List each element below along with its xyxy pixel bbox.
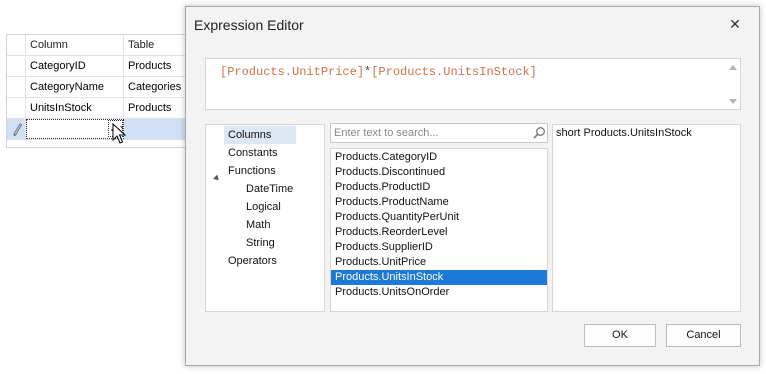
grid-cell-column[interactable]: CategoryID [26, 56, 124, 76]
expression-text[interactable]: [Products.UnitPrice]*[Products.UnitsInSt… [220, 65, 537, 79]
mouse-cursor-icon [112, 123, 127, 144]
dialog-title: Expression Editor [194, 17, 304, 33]
grid-cell-column[interactable]: UnitsInStock [26, 98, 124, 118]
table-row[interactable]: UnitsInStock Products [7, 98, 187, 119]
tree-item-columns[interactable]: Columns [224, 126, 296, 144]
search-placeholder: Enter text to search... [334, 127, 439, 139]
dialog-titlebar[interactable]: Expression Editor ✕ [186, 7, 759, 41]
expression-scrollbar[interactable] [725, 59, 741, 109]
expand-arrow-icon[interactable] [213, 174, 221, 183]
list-item-selected[interactable]: Products.UnitsInStock [331, 270, 547, 285]
search-input[interactable]: Enter text to search... [330, 123, 548, 143]
tree-item-math[interactable]: Math [242, 216, 270, 234]
tree-item-logical[interactable]: Logical [242, 198, 281, 216]
tree-item-constants[interactable]: Constants [224, 144, 278, 162]
cancel-button[interactable]: Cancel [666, 324, 741, 347]
list-item[interactable]: Products.Discontinued [331, 165, 547, 180]
list-item[interactable]: Products.UnitsOnOrder [331, 285, 547, 300]
scroll-down-icon[interactable] [729, 99, 737, 104]
tree-item-functions[interactable]: Functions [224, 162, 276, 180]
new-item-row[interactable]: ... [7, 119, 187, 140]
grid-header-column[interactable]: Column [26, 35, 124, 55]
list-item[interactable]: Products.ReorderLevel [331, 225, 547, 240]
search-icon[interactable] [532, 126, 546, 140]
expression-input[interactable]: [Products.UnitPrice]*[Products.UnitsInSt… [205, 58, 741, 110]
close-icon[interactable]: ✕ [724, 14, 746, 34]
list-item[interactable]: Products.ProductName [331, 195, 547, 210]
grid-cell-table[interactable]: Products [124, 98, 186, 118]
list-item[interactable]: Products.UnitPrice [331, 255, 547, 270]
scroll-up-icon[interactable] [729, 65, 737, 70]
expression-editor-dialog: Expression Editor ✕ [Products.UnitPrice]… [185, 6, 760, 366]
expression-operand-2: [Products.UnitsInStock] [371, 65, 537, 79]
columns-grid: Column Table CategoryID Products Categor… [6, 34, 187, 148]
tree-item-operators[interactable]: Operators [224, 252, 277, 270]
list-item[interactable]: Products.ProductID [331, 180, 547, 195]
tree-item-datetime[interactable]: DateTime [242, 180, 293, 198]
ok-button[interactable]: OK [584, 324, 656, 347]
grid-header-row: Column Table [7, 35, 187, 56]
list-item[interactable]: Products.QuantityPerUnit [331, 210, 547, 225]
pencil-icon [13, 123, 23, 136]
item-description: short Products.UnitsInStock [556, 127, 692, 139]
grid-cell-table[interactable]: Categories [124, 77, 186, 97]
grid-header-table[interactable]: Table [124, 35, 186, 55]
expression-operand-1: [Products.UnitPrice] [220, 65, 365, 79]
grid-cell-table[interactable]: Products [124, 56, 186, 76]
list-item[interactable]: Products.SupplierID [331, 240, 547, 255]
description-panel: short Products.UnitsInStock [552, 124, 741, 312]
items-list: Products.CategoryID Products.Discontinue… [330, 148, 548, 312]
table-row[interactable]: CategoryID Products [7, 56, 187, 77]
tree-item-string[interactable]: String [242, 234, 275, 252]
grid-cell-column[interactable]: CategoryName [26, 77, 124, 97]
list-item[interactable]: Products.CategoryID [331, 150, 547, 165]
category-tree: Columns Constants Functions DateTime Log… [205, 124, 325, 312]
table-row[interactable]: CategoryName Categories [7, 77, 187, 98]
